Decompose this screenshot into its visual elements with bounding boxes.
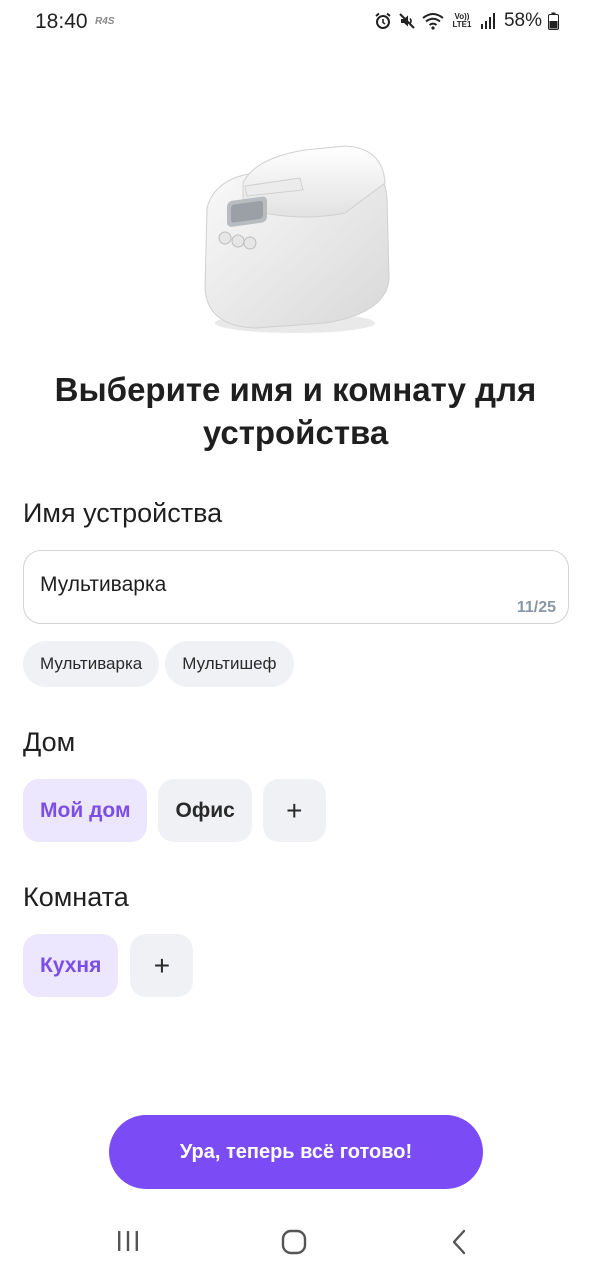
- done-button[interactable]: Ура, теперь всё готово!: [109, 1115, 483, 1189]
- device-name-value[interactable]: Мультиварка: [40, 573, 166, 597]
- multicooker-icon: [195, 138, 395, 338]
- room-label: Комната: [23, 882, 129, 912]
- suggestion-chip-multivarka[interactable]: Мультиварка: [23, 641, 160, 687]
- back-icon[interactable]: [448, 1228, 472, 1256]
- home-chip-my-home[interactable]: Мой дом: [23, 779, 148, 842]
- home-chip-office[interactable]: Офис: [158, 779, 252, 842]
- recents-icon[interactable]: [115, 1228, 141, 1254]
- add-home-button[interactable]: +: [262, 779, 326, 842]
- status-time: 18:40: [35, 10, 88, 33]
- status-bar: 18:40 R4S Vo)) LTE1 58%: [0, 0, 591, 44]
- device-name-label: Имя устройства: [23, 498, 223, 528]
- status-carrier: R4S: [95, 16, 115, 27]
- name-suggestions: Мультиварка Мультишеф: [23, 641, 294, 687]
- char-counter: 11/25: [516, 599, 556, 616]
- home-icon[interactable]: [280, 1228, 308, 1256]
- signal-icon: [480, 13, 495, 29]
- home-label: Дом: [23, 727, 76, 757]
- mute-icon: [399, 13, 415, 29]
- home-options: Мой дом Офис +: [23, 779, 326, 842]
- volte-indicator: Vo)) LTE1: [452, 12, 472, 29]
- status-icons: Vo)) LTE1 58%: [374, 10, 559, 32]
- battery-percent: 58%: [503, 10, 542, 31]
- page-title: Выберите имя и комнату для устройства: [54, 371, 537, 451]
- battery-icon: [548, 12, 559, 30]
- system-nav-bar: [0, 1210, 591, 1280]
- room-chip-kitchen[interactable]: Кухня: [23, 934, 119, 997]
- alarm-icon: [375, 12, 391, 29]
- room-options: Кухня +: [23, 934, 194, 997]
- add-room-button[interactable]: +: [130, 934, 194, 997]
- device-name-field[interactable]: Мультиварка 11/25: [23, 550, 569, 624]
- wifi-icon: [422, 13, 444, 30]
- suggestion-chip-multishef[interactable]: Мультишеф: [165, 641, 294, 687]
